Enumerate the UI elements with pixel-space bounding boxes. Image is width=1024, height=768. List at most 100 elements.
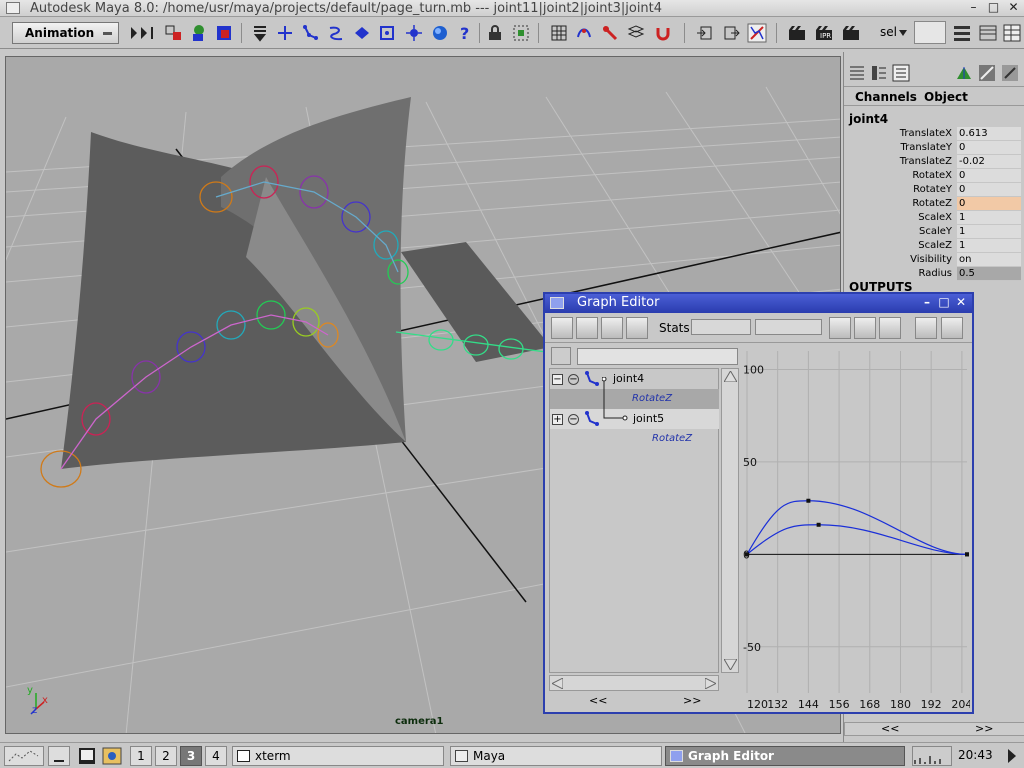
attr-row-visibility[interactable]: Visibility on (844, 253, 1024, 267)
attr-value-field[interactable]: 0.5 (957, 267, 1021, 281)
ge-maximize-button[interactable]: □ (937, 296, 951, 310)
sel-field[interactable] (914, 21, 946, 44)
attr-value-field[interactable]: 1 (957, 211, 1021, 225)
select-highlight-icon[interactable] (511, 23, 531, 43)
task-maya[interactable]: Maya (450, 746, 662, 766)
attr-value-field[interactable]: 0 (957, 141, 1021, 155)
snap-curve-icon[interactable] (326, 23, 346, 43)
outliner-vertical-scrollbar[interactable] (721, 368, 739, 673)
linear-tangents-icon[interactable] (941, 317, 963, 339)
graph-editor-title-bar[interactable]: Graph Editor – □ ✕ (545, 294, 972, 313)
insert-key-tool-icon[interactable] (576, 317, 598, 339)
page-left-button[interactable]: << (589, 694, 607, 707)
channel-box-layout-icon[interactable] (848, 64, 866, 82)
outliner-item-joint4[interactable]: − − joint4 (550, 369, 719, 389)
show-desktop-button[interactable] (48, 746, 70, 766)
attr-value-field-keyed[interactable]: 0 (957, 197, 1021, 211)
channel-box-scrollbar[interactable]: << >> (844, 722, 1024, 736)
attr-row-rotatex[interactable]: RotateX 0 (844, 169, 1024, 183)
menu-channels[interactable]: Channels (855, 90, 917, 104)
joint-visibility-icon[interactable]: − (568, 374, 579, 385)
scroll-left-button[interactable]: << (881, 722, 899, 735)
attr-row-rotatez[interactable]: RotateZ 0 (844, 197, 1024, 211)
help-icon[interactable]: ? (455, 23, 475, 43)
attr-value-field[interactable]: 0.613 (957, 127, 1021, 141)
attr-row-translatey[interactable]: TranslateY 0 (844, 141, 1024, 155)
outliner-horizontal-scrollbar[interactable] (549, 675, 719, 691)
sel-dropdown-icon[interactable] (899, 30, 907, 36)
snap-view-icon[interactable] (404, 23, 424, 43)
scroll-up-arrow-icon[interactable] (724, 371, 737, 382)
input-operations-icon[interactable] (695, 23, 715, 43)
pin-icon[interactable] (1001, 64, 1019, 82)
task-xterm[interactable]: xterm (232, 746, 444, 766)
desktop-2-button[interactable]: 2 (155, 746, 177, 766)
scroll-right-button[interactable]: >> (975, 722, 993, 735)
render-icon[interactable] (787, 23, 807, 43)
select-by-hierarchy-icon[interactable] (164, 23, 184, 43)
attr-row-scalez[interactable]: ScaleZ 1 (844, 239, 1024, 253)
close-button[interactable]: ✕ (1006, 1, 1021, 15)
history-icon[interactable] (549, 23, 569, 43)
move-key-tool-icon[interactable] (551, 317, 573, 339)
frame-playback-icon[interactable] (879, 317, 901, 339)
ipr-render-icon[interactable]: IPR (814, 23, 834, 43)
snap-grid-icon[interactable] (275, 23, 295, 43)
make-live-icon[interactable] (430, 23, 450, 43)
attr-value-field[interactable]: -0.02 (957, 155, 1021, 169)
start-menu-icon[interactable] (4, 746, 44, 766)
paint-select-icon[interactable] (600, 23, 620, 43)
outliner-item-joint5[interactable]: + − joint5 (550, 409, 719, 429)
desktop-pager-icon[interactable] (102, 747, 122, 765)
outliner-filter-icon[interactable] (551, 347, 571, 365)
minimize-button[interactable]: – (966, 1, 981, 15)
attr-value-field[interactable]: 0 (957, 183, 1021, 197)
lock-selection-icon[interactable] (250, 23, 270, 43)
menu-set-dropdown[interactable]: Animation (12, 22, 119, 44)
window-title-bar[interactable]: Autodesk Maya 8.0: /home/usr/maya/projec… (0, 0, 1024, 17)
attr-row-scaley[interactable]: ScaleY 1 (844, 225, 1024, 239)
render-settings-icon[interactable] (841, 23, 861, 43)
scroll-right-arrow-icon[interactable] (705, 678, 716, 689)
ge-minimize-button[interactable]: – (920, 296, 934, 310)
expand-icon[interactable]: + (552, 414, 563, 425)
joint-visibility-icon[interactable]: − (568, 414, 579, 425)
attr-value-field[interactable]: on (957, 253, 1021, 267)
window-menu-icon[interactable] (550, 297, 564, 309)
outliner-curve-rotatez-joint5[interactable]: RotateZ (550, 429, 719, 449)
attr-value-field[interactable]: 1 (957, 239, 1021, 253)
page-right-button[interactable]: >> (683, 694, 701, 707)
attribute-editor-layout-icon[interactable] (870, 64, 888, 82)
graph-editor-window[interactable]: Graph Editor – □ ✕ Stats − − joint4 Rota… (543, 292, 974, 714)
collapse-icon[interactable]: − (552, 374, 563, 385)
task-graph-editor[interactable]: Graph Editor (665, 746, 905, 766)
attr-row-scalex[interactable]: ScaleX 1 (844, 211, 1024, 225)
ge-close-button[interactable]: ✕ (954, 296, 968, 310)
graph-view[interactable]: 100500-50120132144156168180192204 (741, 345, 972, 712)
scroll-down-arrow-icon[interactable] (724, 659, 737, 670)
desktop-3-button[interactable]: 3 (180, 746, 202, 766)
outliner-curve-rotatez-joint4[interactable]: RotateZ (550, 389, 719, 409)
snap-point-icon[interactable] (377, 23, 397, 43)
attr-value-field[interactable]: 0 (957, 169, 1021, 183)
show-attribute-editor-icon[interactable] (952, 23, 972, 43)
scroll-left-arrow-icon[interactable] (552, 678, 563, 689)
grid-select-icon[interactable] (626, 23, 646, 43)
frame-selection-icon[interactable] (854, 317, 876, 339)
show-tool-settings-icon[interactable] (978, 23, 998, 43)
attr-row-translatex[interactable]: TranslateX 0.613 (844, 127, 1024, 141)
stats-frame-field[interactable] (691, 319, 751, 335)
attr-row-translatez[interactable]: TranslateZ -0.02 (844, 155, 1024, 169)
frame-all-icon[interactable] (829, 317, 851, 339)
select-by-object-icon[interactable] (189, 23, 209, 43)
construction-history-icon[interactable] (747, 23, 767, 43)
menu-object[interactable]: Object (924, 90, 968, 104)
outliner-filter-field[interactable] (577, 348, 738, 365)
stats-value-field[interactable] (755, 319, 822, 335)
maximize-button[interactable]: □ (986, 1, 1001, 15)
outliner-list[interactable]: − − joint4 RotateZ + − joint5 RotateZ (549, 368, 719, 673)
outliner-page-scroll[interactable]: << >> (549, 694, 739, 708)
select-by-component-icon[interactable] (214, 23, 234, 43)
taskbar-arrow-icon[interactable] (1006, 748, 1018, 764)
lock-icon[interactable] (485, 23, 505, 43)
